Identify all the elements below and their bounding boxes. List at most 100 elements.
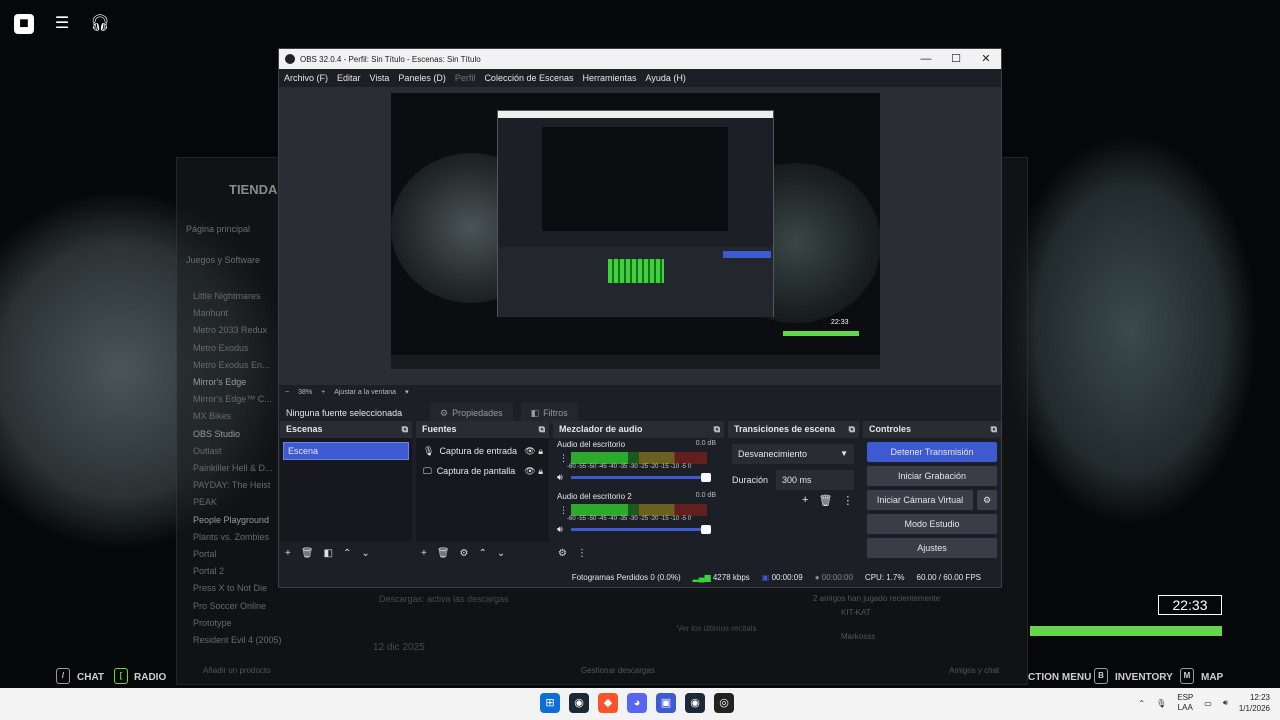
trash-icon[interactable]: 🗑︎	[818, 494, 832, 507]
list-item[interactable]: PEAK	[193, 494, 282, 511]
obs-titlebar[interactable]: OBS 32.0.4 - Perfil: Sin Título - Escena…	[279, 49, 1001, 69]
taskbar-clock[interactable]: 12:23 1/1/2026	[1239, 692, 1270, 714]
brave-icon[interactable]: ◆	[598, 693, 618, 713]
start-virtual-camera-button[interactable]: Iniciar Cámara Virtual	[867, 490, 973, 510]
more-icon[interactable]: ⋮	[559, 505, 568, 516]
more-icon[interactable]: ⋮	[842, 494, 853, 507]
fit-window-button[interactable]: Ajustar a la ventana	[334, 389, 396, 396]
menu-file[interactable]: Archivo (F)	[284, 73, 328, 83]
minimize-icon[interactable]: —	[911, 49, 941, 69]
mixer-settings-icon[interactable]: ⚙	[558, 548, 567, 559]
zoom-in-icon[interactable]: +	[321, 389, 325, 396]
menu-scene-collection[interactable]: Colección de Escenas	[484, 73, 573, 83]
visibility-lock-icon[interactable]: 👁︎ 🔒︎	[524, 466, 543, 477]
popout-icon[interactable]: ⧉	[991, 421, 997, 438]
list-item[interactable]: Mirror's Edge™ C...	[193, 391, 282, 408]
menu-edit[interactable]: Editar	[337, 73, 361, 83]
more-icon[interactable]: ⋮	[577, 548, 587, 559]
roblox-icon[interactable]: ■	[14, 14, 34, 34]
duration-input[interactable]: 300 ms	[776, 470, 854, 490]
list-item[interactable]: Mirror's Edge	[193, 374, 282, 391]
transition-select[interactable]: Desvanecimiento ▼	[732, 444, 854, 464]
menu-view[interactable]: Vista	[370, 73, 390, 83]
studio-mode-button[interactable]: Modo Estudio	[867, 514, 997, 534]
add-icon[interactable]: +	[802, 494, 808, 507]
source-item[interactable]: 🖵 Captura de pantalla 👁︎ 🔒︎	[416, 461, 549, 481]
menu-tools[interactable]: Herramientas	[583, 73, 637, 83]
language-indicator[interactable]: ESP LAA	[1177, 693, 1193, 713]
list-item[interactable]: Outlast	[193, 443, 282, 460]
stop-stream-button[interactable]: Detener Transmisión	[867, 442, 997, 462]
microphone-icon[interactable]: 🎙︎	[1156, 699, 1166, 708]
list-item[interactable]: Portal 2	[193, 563, 282, 580]
list-item[interactable]: People Playground	[193, 512, 282, 529]
list-item[interactable]: Portal	[193, 546, 282, 563]
popout-icon[interactable]: ⧉	[539, 421, 545, 438]
menu-help[interactable]: Ayuda (H)	[646, 73, 686, 83]
list-item[interactable]: Press X to Not Die	[193, 580, 282, 597]
volume-slider-handle[interactable]	[701, 525, 711, 534]
list-item[interactable]: Prototype	[193, 615, 282, 632]
close-icon[interactable]: ✕	[971, 49, 1001, 69]
list-item[interactable]: Resident Evil 4 (2005)	[193, 632, 282, 649]
discord-icon[interactable]: ◕	[627, 693, 647, 713]
store-recent-link[interactable]: Ver los últimos recitals	[677, 624, 757, 633]
steam-icon[interactable]: ◉	[685, 693, 705, 713]
list-item[interactable]: Metro Exodus	[193, 340, 282, 357]
gear-icon[interactable]: ⚙	[977, 490, 997, 510]
volume-slider-handle[interactable]	[701, 473, 711, 482]
network-icon[interactable]: ▭	[1204, 699, 1212, 708]
volume-slider[interactable]	[571, 528, 707, 531]
friend-name[interactable]: KIT-KAT	[841, 608, 871, 617]
list-item[interactable]: PAYDAY: The Heist	[193, 477, 282, 494]
volume-slider[interactable]	[571, 476, 707, 479]
list-item[interactable]: Manhunt	[193, 305, 282, 322]
list-item[interactable]: Little Nightmares	[193, 288, 282, 305]
speaker-icon[interactable]: 🔊︎	[557, 472, 563, 483]
move-down-icon[interactable]: ⌄	[497, 548, 505, 559]
move-up-icon[interactable]: ⌃	[343, 548, 351, 559]
popout-icon[interactable]: ⧉	[849, 421, 855, 438]
list-item[interactable]: Painkiller Hell & D...	[193, 460, 282, 477]
chevron-down-icon[interactable]: ▾	[405, 388, 409, 396]
menu-docks[interactable]: Paneles (D)	[398, 73, 446, 83]
popout-icon[interactable]: ⧉	[714, 421, 720, 438]
store-nav-home[interactable]: Página principal	[186, 214, 260, 245]
trash-icon[interactable]: 🗑︎	[301, 548, 314, 559]
list-item[interactable]: Metro Exodus En...	[193, 357, 282, 374]
settings-button[interactable]: Ajustes	[867, 538, 997, 558]
chevron-up-icon[interactable]: ⌃	[1138, 699, 1145, 708]
filter-icon[interactable]: ◧	[324, 548, 333, 559]
steam-icon[interactable]: ◉	[569, 693, 589, 713]
menu-icon[interactable]: ☰	[50, 12, 74, 36]
trash-icon[interactable]: 🗑︎	[437, 548, 450, 559]
scene-item[interactable]: Escena	[283, 442, 409, 460]
zoom-out-icon[interactable]: −	[285, 389, 289, 396]
start-recording-button[interactable]: Iniciar Grabación	[867, 466, 997, 486]
move-up-icon[interactable]: ⌃	[479, 548, 487, 559]
list-item[interactable]: MX Bikes	[193, 408, 282, 425]
popout-icon[interactable]: ⧉	[402, 421, 408, 438]
store-nav-games[interactable]: Juegos y Software	[186, 245, 260, 276]
add-icon[interactable]: +	[285, 548, 291, 559]
source-item[interactable]: 🎙︎ Captura de entrada 👁︎ 🔒︎	[416, 441, 549, 461]
headset-icon[interactable]: 🎧︎	[88, 12, 112, 36]
volume-icon[interactable]: 🔊︎	[1223, 698, 1228, 708]
list-item[interactable]: Metro 2033 Redux	[193, 322, 282, 339]
start-icon[interactable]: ⊞	[540, 693, 560, 713]
gear-icon[interactable]: ⚙	[460, 548, 469, 559]
list-item[interactable]: OBS Studio	[193, 426, 282, 443]
more-icon[interactable]: ⋮	[559, 453, 568, 464]
obs-taskbar-icon[interactable]: ◎	[714, 693, 734, 713]
list-item[interactable]: Plants vs. Zombies	[193, 529, 282, 546]
preview-canvas[interactable]: 22:33	[391, 93, 880, 369]
visibility-lock-icon[interactable]: 👁︎ 🔒︎	[524, 446, 543, 457]
maximize-icon[interactable]: ☐	[941, 49, 971, 69]
move-down-icon[interactable]: ⌄	[361, 548, 369, 559]
roblox-taskbar-icon[interactable]: ▣	[656, 693, 676, 713]
friend-name[interactable]: Markosss	[841, 632, 875, 641]
add-icon[interactable]: +	[421, 548, 427, 559]
list-item[interactable]: Pro Soccer Online	[193, 598, 282, 615]
speaker-icon[interactable]: 🔊︎	[557, 524, 563, 535]
menu-profile[interactable]: Perfil	[455, 73, 476, 83]
